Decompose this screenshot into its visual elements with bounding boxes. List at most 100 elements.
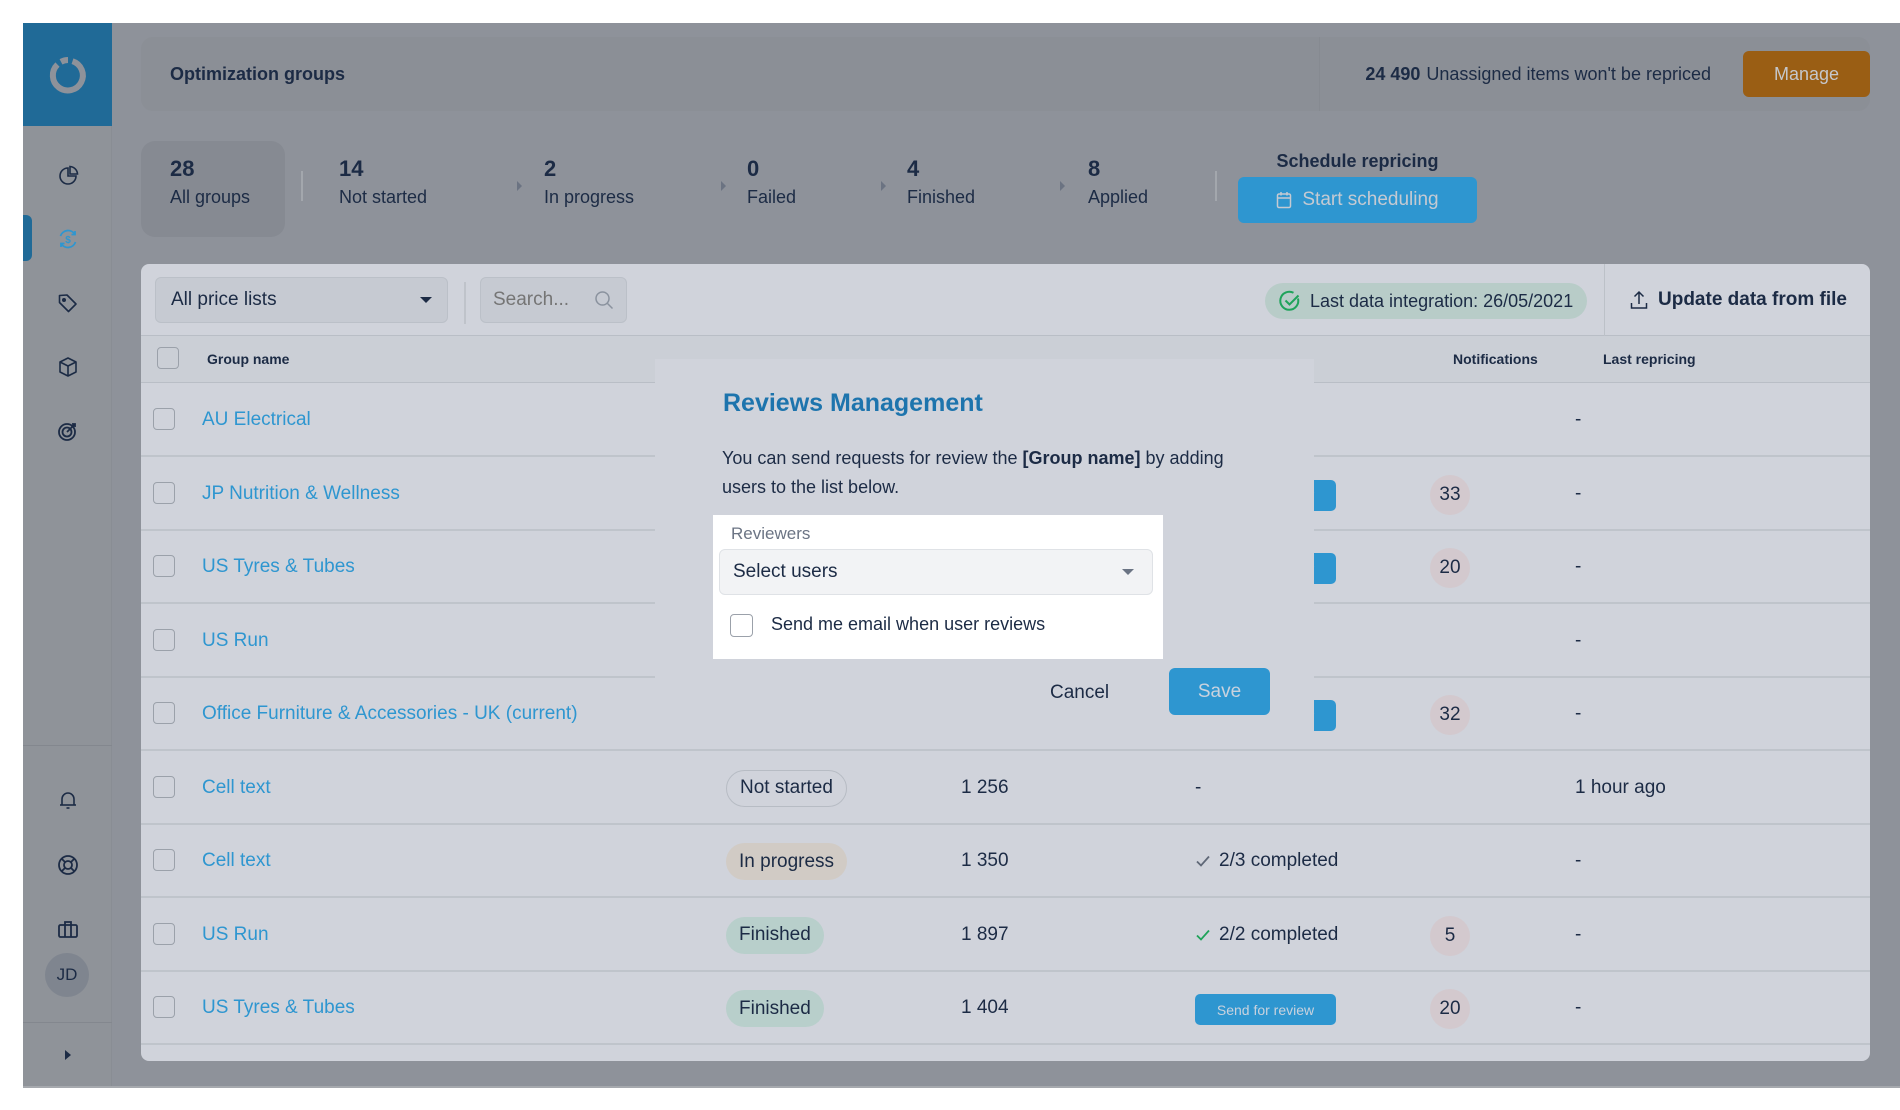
tag-icon [58, 294, 77, 313]
select-all-checkbox[interactable] [157, 347, 179, 369]
cancel-button[interactable]: Cancel [1050, 682, 1109, 704]
unassigned-text: Unassigned items won't be repriced [1426, 64, 1711, 84]
row-checkbox[interactable] [153, 775, 175, 798]
row-checkbox[interactable] [153, 849, 175, 871]
calendar-icon [1277, 192, 1292, 209]
page-title: Optimization groups [170, 64, 345, 84]
review-progress: 2/3 completed [1219, 850, 1339, 871]
briefcase-icon [57, 921, 78, 938]
sidebar: $ JD [23, 23, 112, 1086]
column-header-last-repricing[interactable]: Last repricing [1603, 351, 1696, 367]
column-header-group-name[interactable]: Group name [207, 351, 289, 367]
send-for-review-button[interactable]: Send for review [1195, 994, 1336, 1025]
search-input[interactable] [493, 289, 583, 311]
row-checkbox[interactable] [153, 996, 175, 1018]
stat-failed[interactable]: 0 Failed [747, 141, 796, 237]
search-field[interactable] [480, 277, 627, 323]
group-name-link[interactable]: US Tyres & Tubes [202, 556, 355, 578]
manage-button[interactable]: Manage [1743, 51, 1870, 97]
group-name-link[interactable]: US Tyres & Tubes [202, 997, 355, 1019]
email-notify-checkbox[interactable] [730, 614, 753, 637]
stat-count: 28 [170, 156, 195, 181]
group-name-link[interactable]: AU Electrical [202, 409, 311, 431]
unassigned-count: 24 490 [1365, 64, 1421, 84]
table-row[interactable]: Cell text In progress 1 350 2/3 completed - [141, 825, 1870, 898]
row-checkbox[interactable] [153, 628, 175, 651]
sidebar-divider [23, 745, 112, 746]
sidebar-item-products[interactable] [23, 343, 112, 391]
stat-label: Applied [1088, 187, 1149, 207]
logo-ring-icon [49, 56, 86, 93]
stat-arrow-icon [1060, 181, 1065, 191]
table-row[interactable]: US Run Finished 1 897 2/2 completed 5 - [141, 899, 1870, 972]
price-list-selected: All price lists [171, 289, 277, 310]
brand-logo[interactable] [23, 23, 112, 126]
table-row[interactable]: US Tyres & Tubes Finished 1 404 Send for re… [141, 972, 1870, 1045]
row-checkbox[interactable] [153, 702, 175, 724]
start-scheduling-button[interactable]: Start scheduling [1238, 177, 1477, 223]
update-data-label: Update data from file [1658, 289, 1847, 310]
check-circle-icon [1279, 290, 1300, 311]
reviewers-select[interactable]: Select users [719, 549, 1153, 595]
sidebar-item-pricing[interactable]: $ [23, 215, 112, 263]
svg-text:$: $ [65, 235, 71, 246]
row-checkbox[interactable] [153, 922, 175, 945]
modal-description: You can send requests for review the [Gr… [722, 444, 1252, 502]
toolbar-divider [464, 282, 466, 324]
last-repricing: - [1575, 703, 1582, 724]
review-status: 2/3 completed [1195, 850, 1338, 872]
stat-count: 14 [339, 156, 364, 181]
sidebar-item-targets[interactable] [23, 407, 112, 455]
row-checkbox[interactable] [153, 408, 175, 430]
group-name-link[interactable]: Office Furniture & Accessories - UK (cur… [202, 703, 578, 725]
sidebar-item-notifications[interactable] [23, 776, 112, 824]
stat-count: 0 [747, 156, 760, 181]
stat-divider [301, 171, 303, 201]
stat-not-started[interactable]: 14 Not started [339, 141, 427, 237]
update-data-button[interactable]: Update data from file [1630, 277, 1847, 323]
status-badge: Not started [726, 769, 847, 807]
chevron-down-icon [1122, 569, 1134, 575]
target-icon [57, 423, 76, 441]
stat-in-progress[interactable]: 2 In progress [544, 141, 634, 237]
price-list-select[interactable]: All price lists [155, 277, 448, 323]
table-row[interactable]: Cell text Not started 1 256 - 1 hour ago [141, 752, 1870, 825]
upload-icon [1630, 290, 1648, 309]
sidebar-item-tags[interactable] [23, 279, 112, 327]
group-name-link[interactable]: JP Nutrition & Wellness [202, 483, 400, 505]
notification-count-badge: 20 [1430, 989, 1470, 1029]
stat-count: 8 [1088, 156, 1101, 181]
notification-count-badge: 5 [1430, 915, 1470, 956]
stat-applied[interactable]: 8 Applied [1088, 141, 1148, 237]
reviews-management-modal: Reviews Management You can send requests… [655, 359, 1314, 735]
table-toolbar: All price lists Last data integration: 2… [141, 264, 1870, 336]
group-name-link[interactable]: US Run [202, 924, 269, 946]
sidebar-item-workspace[interactable] [23, 905, 112, 953]
items-count: 1 350 [961, 850, 1009, 871]
sidebar-item-help[interactable] [23, 841, 112, 889]
stat-arrow-icon [517, 181, 522, 191]
save-button[interactable]: Save [1169, 668, 1270, 715]
email-notify-label[interactable]: Send me email when user reviews [771, 614, 1045, 635]
review-progress: 2/2 completed [1219, 923, 1339, 945]
sidebar-item-dashboard[interactable] [23, 152, 112, 200]
stat-count: 2 [544, 156, 557, 181]
unassigned-items-notice: 24 490 Unassigned items won't be repriced [1365, 64, 1711, 85]
avatar[interactable]: JD [45, 953, 89, 997]
stat-all-groups[interactable]: 28 All groups [141, 141, 285, 237]
review-status: - [1195, 776, 1202, 798]
sidebar-expand-button[interactable] [23, 1022, 112, 1086]
row-checkbox[interactable] [153, 555, 175, 577]
stat-finished[interactable]: 4 Finished [907, 141, 975, 237]
last-repricing: - [1575, 482, 1582, 504]
column-header-notifications[interactable]: Notifications [1453, 351, 1538, 367]
group-name-link[interactable]: Cell text [202, 777, 271, 799]
group-name-link[interactable]: Cell text [202, 850, 271, 872]
group-name-link[interactable]: US Run [202, 630, 269, 652]
row-checkbox[interactable] [153, 481, 175, 504]
group-status-stats: 28 All groups 14 Not started 2 In progre… [141, 141, 1541, 237]
check-icon [1196, 929, 1210, 941]
app-window: $ JD Optimization groups 24 490 Unassign… [23, 23, 1900, 1088]
status-badge: In progress [726, 843, 848, 880]
desc-group-name: [Group name] [1022, 448, 1141, 468]
